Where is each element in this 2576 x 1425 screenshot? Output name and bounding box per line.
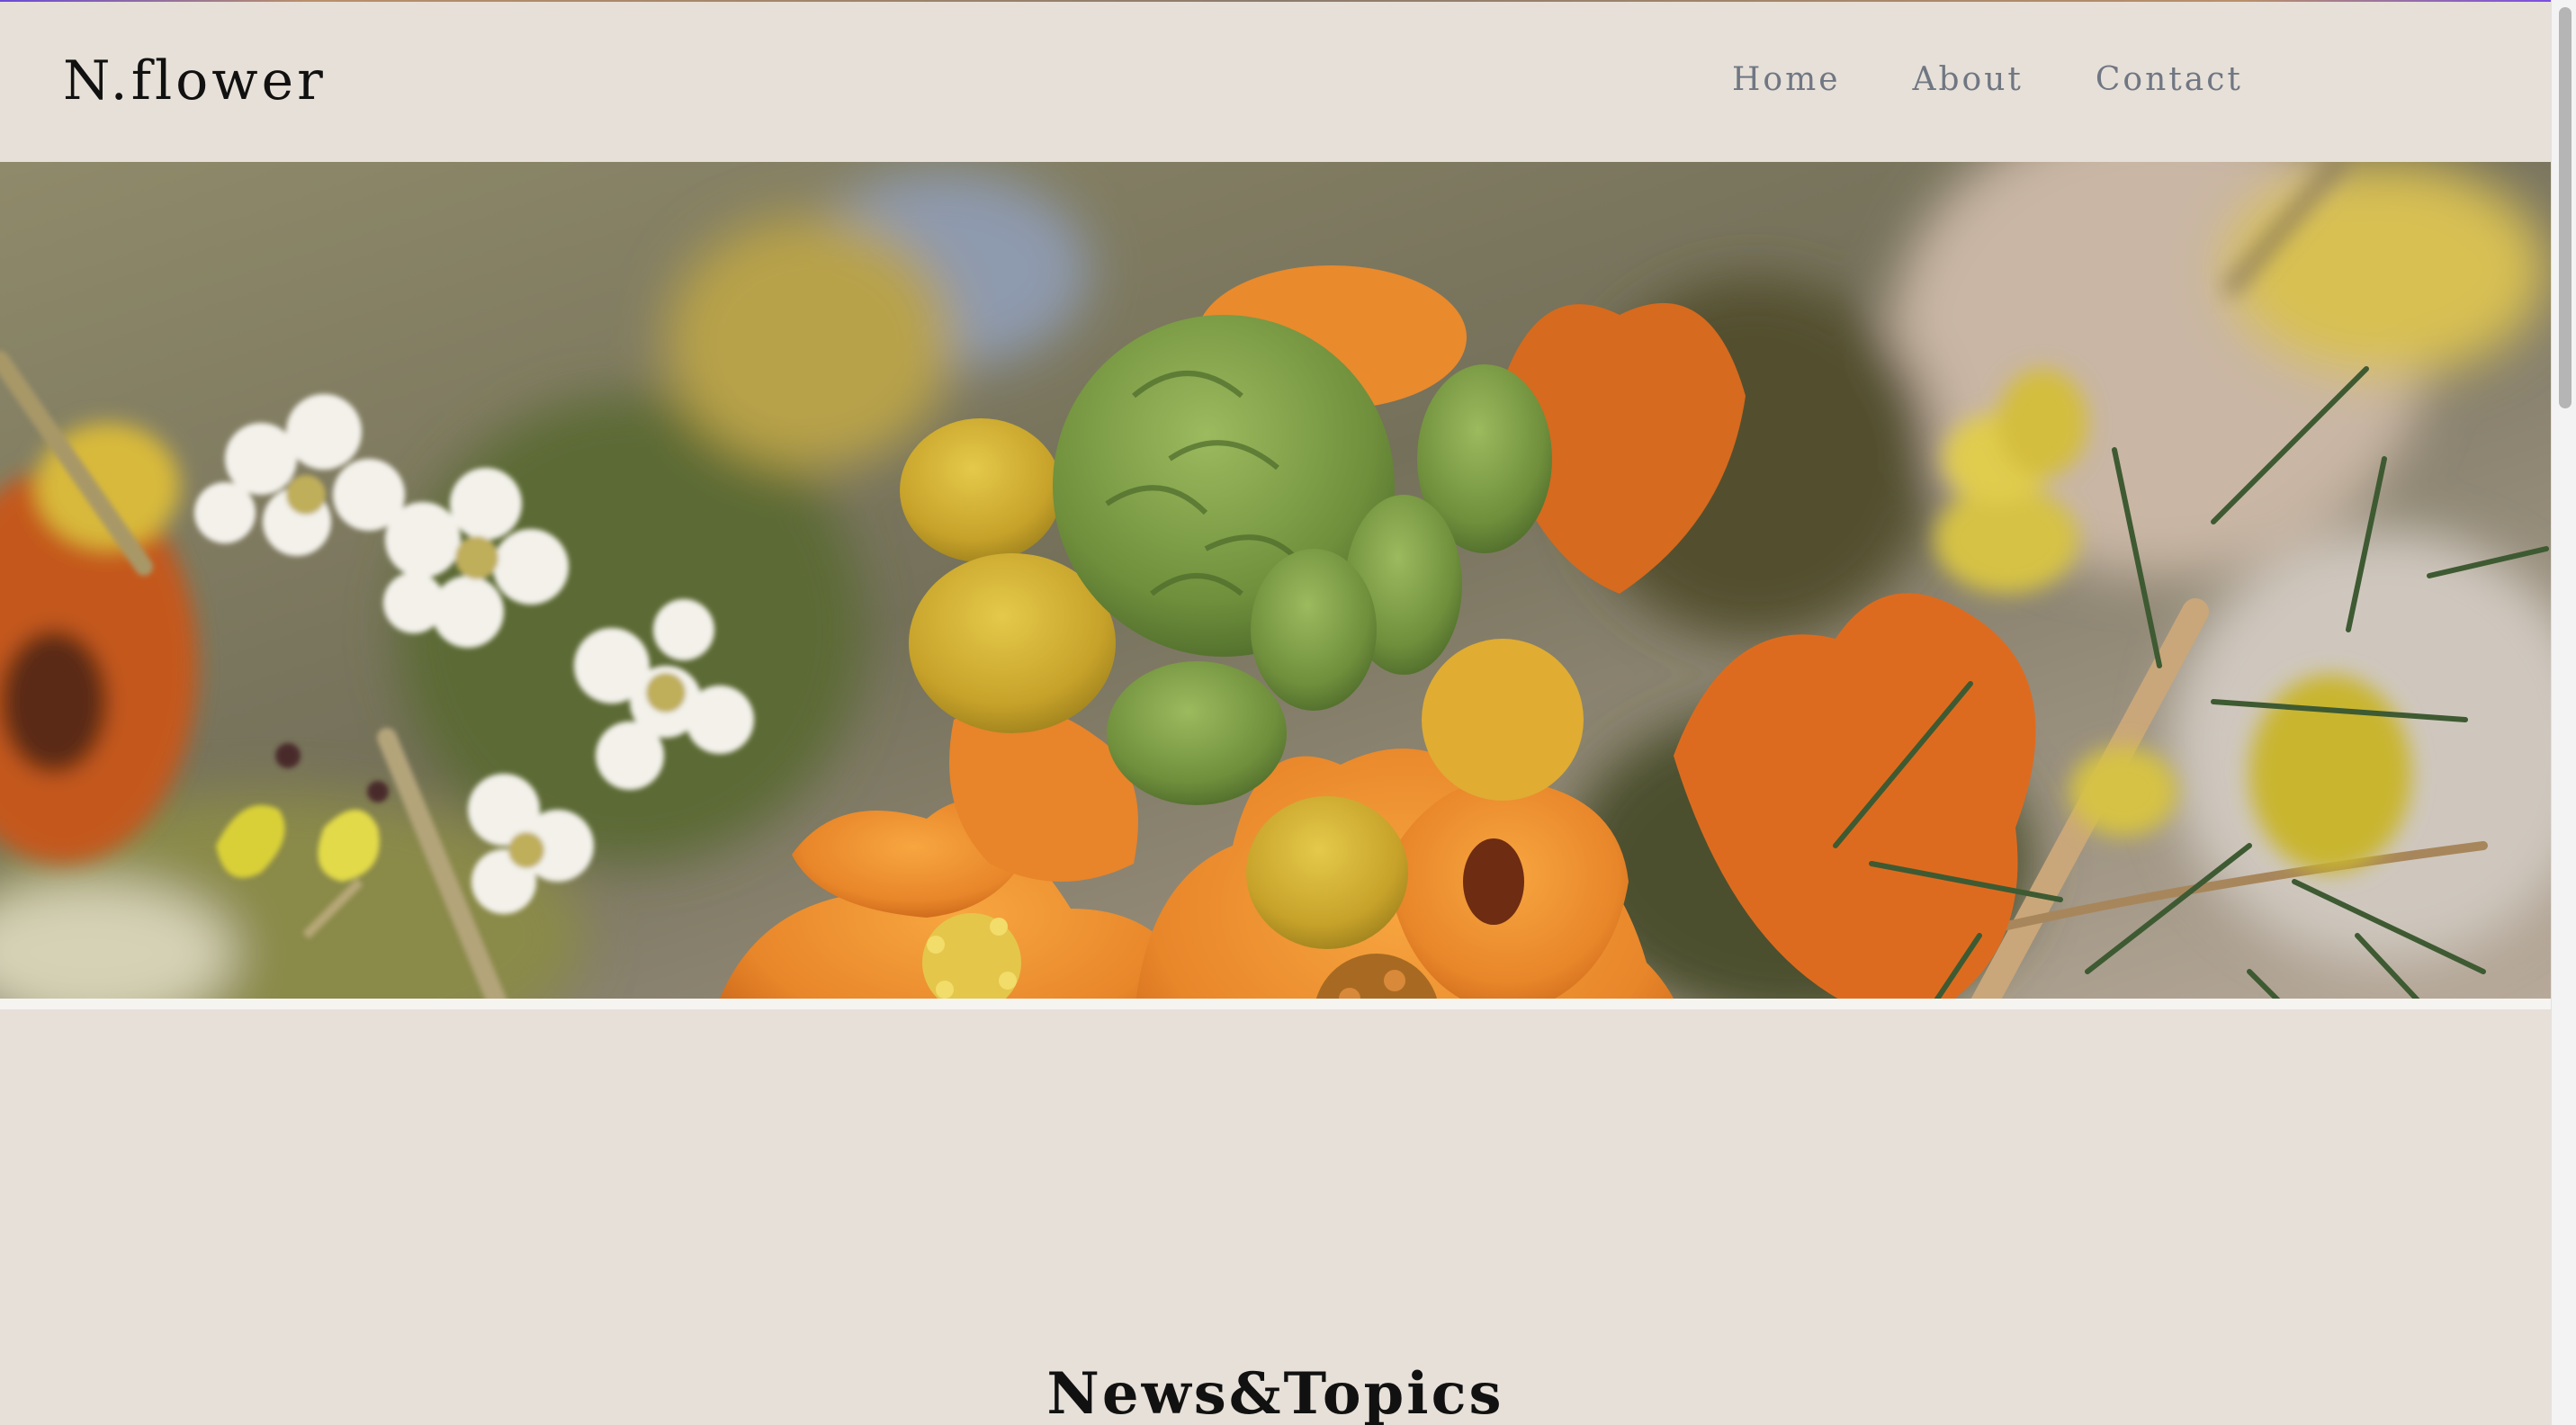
site-header: N.flower Home About Contact bbox=[0, 2, 2551, 162]
site-logo[interactable]: N.flower bbox=[63, 45, 327, 117]
main-nav: Home About Contact bbox=[1732, 58, 2243, 103]
scrollbar-thumb[interactable] bbox=[2559, 7, 2572, 408]
nav-home-link[interactable]: Home bbox=[1732, 58, 1841, 103]
hero-image bbox=[0, 162, 2551, 999]
nav-about-link[interactable]: About bbox=[1913, 58, 2024, 103]
vertical-scrollbar[interactable] bbox=[2551, 0, 2576, 1425]
nav-contact-link[interactable]: Contact bbox=[2096, 58, 2243, 103]
hero-bottom-gap bbox=[0, 999, 2551, 1009]
flower-bouquet-photo bbox=[0, 162, 2551, 999]
news-topics-heading: News&Topics bbox=[1046, 1360, 1504, 1425]
